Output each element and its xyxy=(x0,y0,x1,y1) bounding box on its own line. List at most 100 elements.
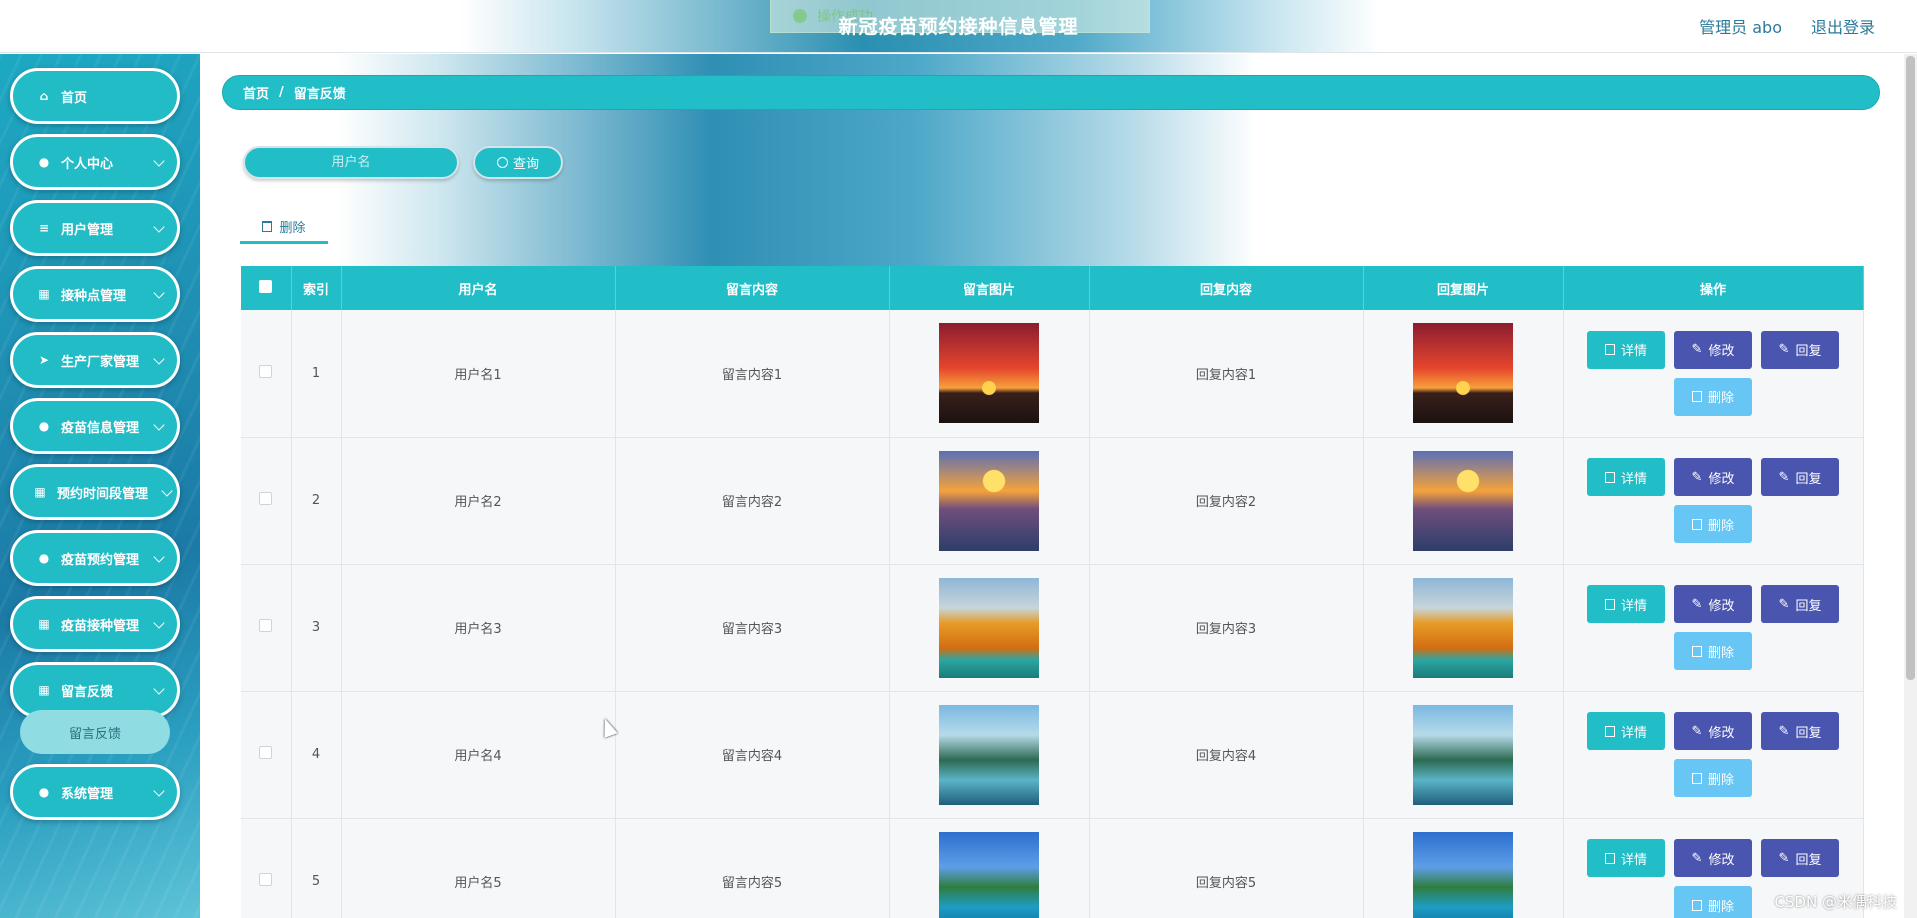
row-checkbox[interactable] xyxy=(259,619,273,632)
row-select-cell[interactable] xyxy=(241,818,292,918)
chevron-down-icon xyxy=(153,551,165,563)
edit-label: 修改 xyxy=(1708,471,1735,487)
search-button[interactable]: 查询 xyxy=(473,146,563,179)
row-checkbox[interactable] xyxy=(259,364,273,378)
edit-button[interactable]: ✎ 修改 xyxy=(1674,585,1752,623)
select-all-cell[interactable] xyxy=(241,266,292,310)
reply-image[interactable] xyxy=(1413,831,1513,918)
cell-username: 用户名5 xyxy=(341,818,616,918)
detail-button[interactable]: 详情 xyxy=(1587,585,1665,623)
row-actions: 详情 ✎ 修改 ✎ 回复 删除 xyxy=(1583,458,1843,543)
reply-button[interactable]: ✎ 回复 xyxy=(1761,458,1839,496)
reply-button[interactable]: ✎ 回复 xyxy=(1761,585,1839,623)
edit-label: 修改 xyxy=(1708,598,1735,614)
batch-delete-button[interactable]: 删除 xyxy=(240,212,328,244)
delete-label: 删除 xyxy=(1707,899,1734,915)
cell-index: 2 xyxy=(291,437,342,565)
cell-reply: 回复内容1 xyxy=(1089,310,1364,438)
detail-label: 详情 xyxy=(1620,725,1647,741)
sidebar-item-vaccination[interactable]: ▦ 疫苗接种管理 xyxy=(10,596,180,652)
sidebar-subitem-feedback[interactable]: 留言反馈 xyxy=(20,710,170,754)
trash-icon xyxy=(1691,518,1702,530)
reply-button[interactable]: ✎ 回复 xyxy=(1761,330,1839,369)
user-icon: ● xyxy=(38,551,50,565)
sidebar-item-label: 留言反馈 xyxy=(61,684,114,700)
cell-reply-image xyxy=(1363,818,1564,918)
breadcrumb-home[interactable]: 首页 xyxy=(243,83,269,102)
sidebar-item-vaccination-site[interactable]: ▦ 接种点管理 xyxy=(10,266,180,322)
detail-label: 详情 xyxy=(1620,598,1647,614)
delete-button[interactable]: 删除 xyxy=(1674,377,1752,416)
app-title: 新冠疫苗预约接种信息管理 xyxy=(838,16,1079,38)
row-checkbox[interactable] xyxy=(259,746,273,759)
delete-button[interactable]: 删除 xyxy=(1674,759,1752,797)
select-all-checkbox[interactable] xyxy=(259,279,273,293)
detail-button[interactable]: 详情 xyxy=(1587,712,1665,750)
chevron-down-icon xyxy=(153,683,165,695)
pencil-icon: ✎ xyxy=(1778,850,1790,866)
chevron-down-icon xyxy=(153,419,165,431)
cell-index: 3 xyxy=(291,564,342,692)
logout-link[interactable]: 退出登录 xyxy=(1811,14,1875,38)
cell-content: 留言内容3 xyxy=(615,564,890,692)
reply-image[interactable] xyxy=(1413,323,1513,424)
cell-content-image xyxy=(889,310,1090,438)
detail-button[interactable]: 详情 xyxy=(1587,330,1665,369)
col-header-username: 用户名 xyxy=(341,266,616,310)
trash-icon xyxy=(262,221,273,232)
delete-label: 删除 xyxy=(1707,391,1734,407)
sidebar-item-personal-center[interactable]: ● 个人中心 xyxy=(10,134,180,190)
table-row: 1 用户名1 留言内容1 回复内容1 详情 ✎ 修改 ✎ 回复 删除 xyxy=(241,310,1864,438)
row-select-cell[interactable] xyxy=(241,691,292,819)
reply-button[interactable]: ✎ 回复 xyxy=(1761,712,1839,750)
detail-label: 详情 xyxy=(1620,471,1647,487)
col-header-content-image: 留言图片 xyxy=(889,266,1090,310)
detail-button[interactable]: 详情 xyxy=(1587,839,1665,877)
reply-image[interactable] xyxy=(1413,704,1513,805)
sidebar-item-manufacturer[interactable]: ➤ 生产厂家管理 xyxy=(10,332,180,388)
edit-button[interactable]: ✎ 修改 xyxy=(1674,330,1752,369)
content-image[interactable] xyxy=(939,831,1039,918)
pencil-icon: ✎ xyxy=(1778,342,1790,358)
scrollbar-thumb[interactable] xyxy=(1906,56,1915,680)
delete-button[interactable]: 删除 xyxy=(1674,886,1752,918)
reply-label: 回复 xyxy=(1795,471,1822,487)
row-actions: 详情 ✎ 修改 ✎ 回复 删除 xyxy=(1583,585,1843,670)
sidebar-item-label: 生产厂家管理 xyxy=(61,354,140,370)
reply-button[interactable]: ✎ 回复 xyxy=(1761,839,1839,877)
row-select-cell[interactable] xyxy=(241,437,292,565)
row-checkbox[interactable] xyxy=(259,873,273,886)
reply-image[interactable] xyxy=(1413,450,1513,551)
delete-button[interactable]: 删除 xyxy=(1674,632,1752,670)
cell-reply: 回复内容4 xyxy=(1089,691,1364,819)
sidebar-item-label: 首页 xyxy=(61,90,88,106)
row-select-cell[interactable] xyxy=(241,564,292,692)
row-checkbox[interactable] xyxy=(259,492,273,505)
edit-button[interactable]: ✎ 修改 xyxy=(1674,839,1752,877)
username-search-input[interactable]: 用户名 xyxy=(243,146,459,179)
sidebar-item-time-slot[interactable]: ▦ 预约时间段管理 xyxy=(10,464,180,520)
cell-content: 留言内容2 xyxy=(615,437,890,565)
sidebar-item-vaccine-info[interactable]: ● 疫苗信息管理 xyxy=(10,398,180,454)
sidebar-item-system[interactable]: ● 系统管理 xyxy=(10,764,180,820)
pencil-icon: ✎ xyxy=(1691,723,1703,739)
cell-username: 用户名4 xyxy=(341,691,616,819)
edit-button[interactable]: ✎ 修改 xyxy=(1674,712,1752,750)
sidebar-item-appointment[interactable]: ● 疫苗预约管理 xyxy=(10,530,180,586)
reply-image[interactable] xyxy=(1413,577,1513,678)
content-image[interactable] xyxy=(939,450,1039,551)
edit-label: 修改 xyxy=(1708,852,1735,868)
pencil-icon: ✎ xyxy=(1691,596,1703,612)
feedback-table: 索引 用户名 留言内容 留言图片 回复内容 回复图片 操作 1 用户名1 留言内… xyxy=(241,266,1864,918)
pencil-icon: ✎ xyxy=(1778,469,1790,485)
sidebar-item-user-management[interactable]: ≡ 用户管理 xyxy=(10,200,180,256)
delete-button[interactable]: 删除 xyxy=(1674,505,1752,543)
edit-button[interactable]: ✎ 修改 xyxy=(1674,458,1752,496)
chevron-down-icon xyxy=(153,287,165,299)
sidebar-item-home[interactable]: ⌂ 首页 xyxy=(10,68,180,124)
detail-button[interactable]: 详情 xyxy=(1587,458,1665,496)
content-image[interactable] xyxy=(939,704,1039,805)
content-image[interactable] xyxy=(939,323,1039,424)
content-image[interactable] xyxy=(939,577,1039,678)
row-select-cell[interactable] xyxy=(241,310,292,438)
